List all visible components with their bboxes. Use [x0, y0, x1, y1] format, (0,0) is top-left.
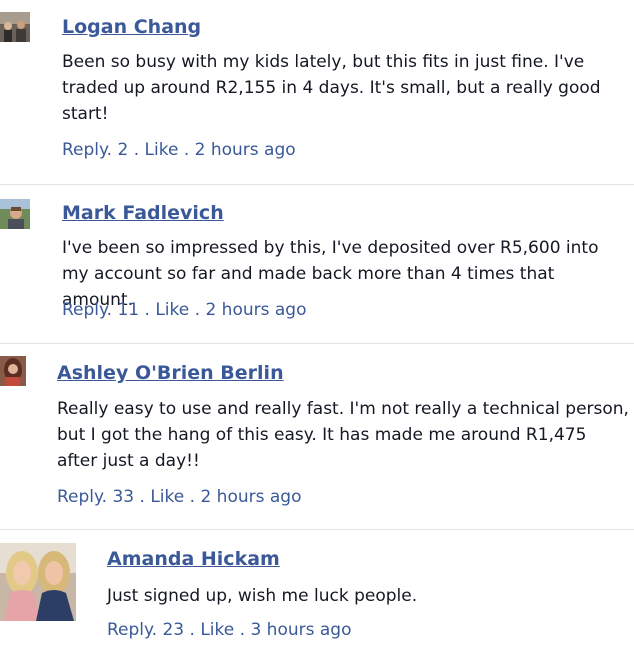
reply-link[interactable]: Reply.	[62, 140, 112, 160]
reply-link[interactable]: Reply.	[57, 487, 107, 507]
comment-text: Been so busy with my kids lately, but th…	[62, 52, 601, 124]
comment-ashley-obrien-berlin: Ashley O'Brien Berlin Really easy to use…	[0, 344, 634, 530]
comment-logan-chang: Logan Chang Been so busy with my kids la…	[0, 0, 634, 184]
separator: .	[239, 620, 246, 640]
timestamp[interactable]: 3 hours ago	[250, 620, 351, 640]
like-link[interactable]: Like	[145, 140, 179, 160]
comment-text: Really easy to use and really fast. I'm …	[57, 399, 629, 471]
commenter-name[interactable]: Amanda Hickam	[107, 548, 280, 570]
separator: .	[139, 487, 145, 507]
comment-text: Just signed up, wish me luck people.	[107, 586, 418, 606]
separator: .	[189, 620, 195, 640]
like-link[interactable]: Like	[150, 487, 184, 507]
reply-link[interactable]: Reply.	[62, 300, 112, 320]
like-link[interactable]: Like	[200, 620, 234, 640]
reply-count[interactable]: 11	[117, 300, 139, 320]
separator: .	[144, 300, 150, 320]
commenter-name[interactable]: Logan Chang	[62, 16, 201, 38]
comment-actions: Reply. 23 . Like . 3 hours ago	[107, 620, 351, 640]
avatar-mark-fadlevich[interactable]	[0, 199, 30, 229]
separator: .	[189, 487, 196, 507]
like-link[interactable]: Like	[155, 300, 189, 320]
separator: .	[183, 140, 190, 160]
commenter-name[interactable]: Ashley O'Brien Berlin	[57, 362, 284, 384]
comment-actions: Reply. 33 . Like . 2 hours ago	[57, 487, 301, 507]
reply-count[interactable]: 33	[112, 487, 134, 507]
timestamp[interactable]: 2 hours ago	[195, 140, 296, 160]
reply-count[interactable]: 23	[162, 620, 184, 640]
timestamp[interactable]: 2 hours ago	[200, 487, 301, 507]
commenter-name[interactable]: Mark Fadlevich	[62, 202, 224, 224]
timestamp[interactable]: 2 hours ago	[205, 300, 306, 320]
reply-count[interactable]: 2	[117, 140, 128, 160]
separator: .	[133, 140, 140, 160]
separator: .	[194, 300, 201, 320]
comment-actions: Reply. 11 . Like . 2 hours ago	[62, 300, 306, 320]
comment-mark-fadlevich: Mark Fadlevich I've been so impressed by…	[0, 185, 634, 344]
reply-link[interactable]: Reply.	[107, 620, 157, 640]
avatar-amanda-hickam[interactable]	[0, 543, 76, 621]
comment-actions: Reply. 2 . Like . 2 hours ago	[62, 140, 296, 160]
avatar-logan-chang[interactable]	[0, 12, 30, 42]
avatar-ashley-obrien-berlin[interactable]	[0, 356, 26, 386]
comment-amanda-hickam: Amanda Hickam Just signed up, wish me lu…	[0, 530, 634, 661]
